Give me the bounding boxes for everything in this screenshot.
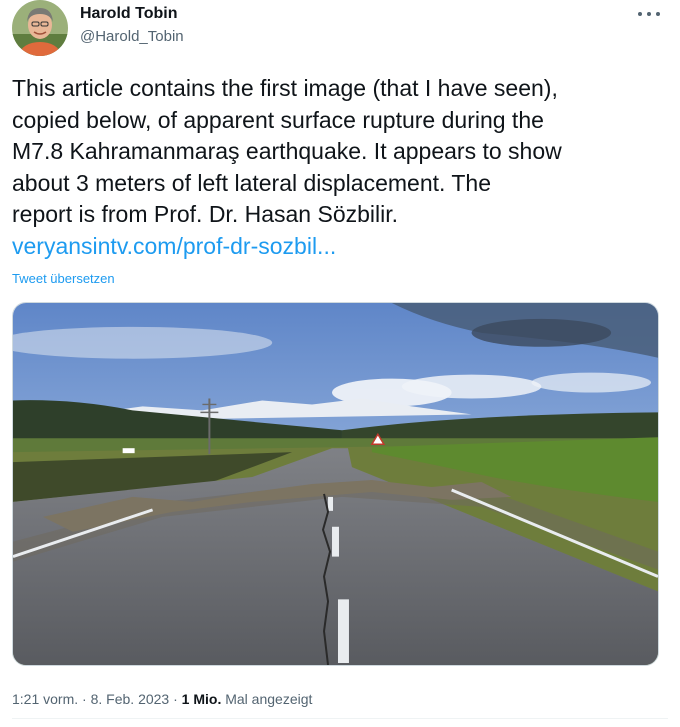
views-count: 1 Mio. [181,691,222,707]
dot [638,12,642,16]
avatar[interactable] [12,0,68,56]
tweet-header: Harold Tobin @Harold_Tobin [12,0,668,60]
author-handle[interactable]: @Harold_Tobin [80,27,184,47]
translate-tweet-link[interactable]: Tweet übersetzen [12,271,115,286]
divider [12,718,668,719]
tweet-link[interactable]: veryansintv.com/prof-dr-sozbil... [12,233,336,259]
road-rupture-photo [13,303,658,665]
author-display-name[interactable]: Harold Tobin [80,4,184,24]
separator: · [173,691,178,707]
tweet-image[interactable] [12,302,659,666]
tweet-body: This article contains the first image (t… [12,73,668,262]
views-label: Mal angezeigt [225,691,313,707]
dot [656,12,660,16]
profile-photo-icon [12,0,68,56]
tweet-date[interactable]: 8. Feb. 2023 [91,691,170,707]
separator: · [82,691,87,707]
tweet-text: This article contains the first image (t… [12,75,562,227]
tweet-meta: 1:21 vorm. · 8. Feb. 2023 · 1 Mio. Mal a… [12,689,312,709]
more-options-icon[interactable] [638,6,660,22]
tweet-time[interactable]: 1:21 vorm. [12,691,78,707]
dot [647,12,651,16]
author-names: Harold Tobin @Harold_Tobin [80,4,184,47]
